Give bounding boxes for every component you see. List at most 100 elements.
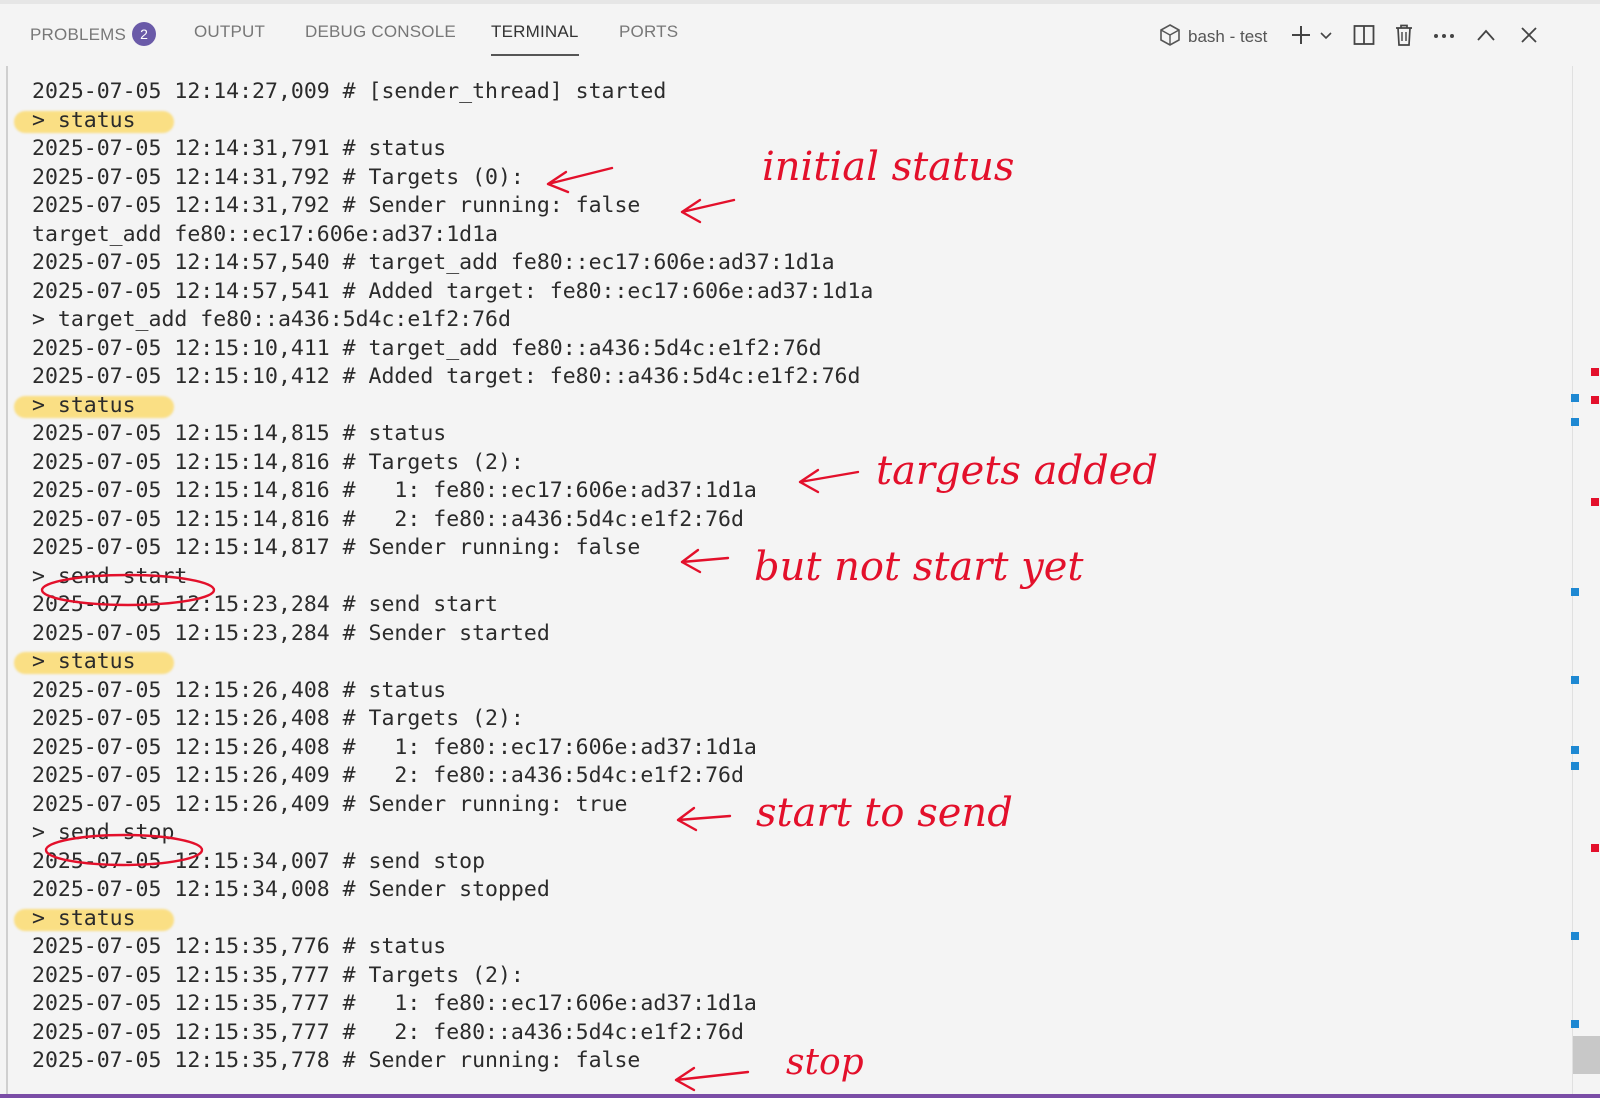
tab-ports[interactable]: PORTS bbox=[619, 22, 678, 56]
terminal-line: target_add fe80::ec17:606e:ad37:1d1a bbox=[32, 221, 873, 250]
terminal-line: 2025-07-05 12:15:14,817 # Sender running… bbox=[32, 534, 873, 563]
terminal-line-text: 2025-07-05 12:15:26,408 # 1: fe80::ec17:… bbox=[32, 734, 757, 760]
terminal-line: 2025-07-05 12:15:35,777 # 2: fe80::a436:… bbox=[32, 1019, 873, 1048]
terminal-line-text: 2025-07-05 12:15:14,816 # 1: fe80::ec17:… bbox=[32, 478, 757, 503]
kill-terminal-button[interactable] bbox=[1390, 20, 1418, 54]
terminal-line-text: 2025-07-05 12:15:23,284 # Sender started bbox=[32, 620, 550, 646]
overview-error-marker bbox=[1591, 498, 1599, 506]
overview-info-marker bbox=[1571, 746, 1579, 754]
tab-terminal-label: TERMINAL bbox=[491, 22, 579, 41]
tab-problems[interactable]: PROBLEMS 2 bbox=[30, 22, 157, 56]
terminal-line-text: 2025-07-05 12:14:31,791 # status bbox=[32, 136, 447, 161]
split-terminal-button[interactable] bbox=[1350, 20, 1378, 54]
terminal-line: 2025-07-05 12:15:26,409 # Sender running… bbox=[32, 791, 873, 820]
terminal-line: 2025-07-05 12:15:14,816 # 1: fe80::ec17:… bbox=[32, 477, 873, 506]
terminal-line-text: 2025-07-05 12:15:35,776 # status bbox=[32, 934, 447, 959]
terminal-line: 2025-07-05 12:14:31,792 # Sender running… bbox=[32, 192, 873, 221]
overview-info-marker bbox=[1571, 676, 1579, 684]
terminal-line: 2025-07-05 12:15:14,816 # 2: fe80::a436:… bbox=[32, 506, 873, 535]
shell-label: bash - test bbox=[1188, 27, 1268, 46]
overview-info-marker bbox=[1571, 394, 1579, 402]
terminal-line: 2025-07-05 12:15:35,776 # status bbox=[32, 933, 873, 962]
terminal-line-text: 2025-07-05 12:15:26,409 # 2: fe80::a436:… bbox=[32, 763, 744, 788]
terminal-output[interactable]: 2025-07-05 12:14:27,009 # [sender_thread… bbox=[6, 66, 1574, 1096]
terminal-line: 2025-07-05 12:14:57,540 # target_add fe8… bbox=[32, 249, 873, 278]
terminal-line-text: 2025-07-05 12:15:26,408 # Targets (2): bbox=[32, 706, 524, 731]
terminal-line: 2025-07-05 12:15:35,778 # Sender running… bbox=[32, 1047, 873, 1076]
terminal-line-text: > target_add fe80::a436:5d4c:e1f2:76d bbox=[32, 307, 511, 332]
maximize-icon bbox=[1476, 28, 1496, 47]
terminal-line-text: 2025-07-05 12:15:14,816 # 2: fe80::a436:… bbox=[32, 506, 744, 532]
status-bar-edge bbox=[0, 1094, 1600, 1098]
terminal-line-text: 2025-07-05 12:14:27,009 # [sender_thread… bbox=[32, 79, 667, 104]
overview-info-marker bbox=[1571, 418, 1579, 426]
terminal-line: > status bbox=[14, 392, 873, 421]
terminal-line: > send stop bbox=[32, 819, 873, 848]
terminal-line: 2025-07-05 12:15:10,412 # Added target: … bbox=[32, 363, 873, 392]
tab-debug-console[interactable]: DEBUG CONSOLE bbox=[305, 22, 456, 56]
terminal-line: 2025-07-05 12:15:14,815 # status bbox=[32, 420, 873, 449]
terminal-line: 2025-07-05 12:15:34,008 # Sender stopped bbox=[32, 876, 873, 905]
terminal-line: > status bbox=[14, 107, 873, 136]
problems-count-badge: 2 bbox=[132, 22, 157, 46]
terminal-line-text: > status bbox=[32, 392, 136, 418]
chevron-down-icon bbox=[1319, 28, 1333, 47]
tab-problems-label: PROBLEMS bbox=[30, 25, 127, 44]
add-terminal-button[interactable] bbox=[1288, 20, 1314, 54]
tab-terminal[interactable]: TERMINAL bbox=[491, 22, 579, 56]
trash-icon bbox=[1393, 23, 1415, 52]
tab-debug-console-label: DEBUG CONSOLE bbox=[305, 22, 456, 41]
terminal-line-text: > status bbox=[32, 649, 136, 674]
terminal-dropdown-button[interactable] bbox=[1316, 20, 1336, 54]
terminal-line-text: 2025-07-05 12:15:34,007 # send stop bbox=[32, 848, 486, 874]
overview-info-marker bbox=[1571, 762, 1579, 770]
terminal-profile-button[interactable]: bash - test bbox=[1158, 20, 1288, 54]
terminal-line-text: > status bbox=[32, 905, 136, 931]
more-icon bbox=[1432, 28, 1456, 46]
terminal-line-text: 2025-07-05 12:15:35,777 # 2: fe80::a436:… bbox=[32, 1019, 744, 1045]
terminal-line-text: 2025-07-05 12:15:14,817 # Sender running… bbox=[32, 535, 641, 560]
tab-output[interactable]: OUTPUT bbox=[194, 22, 265, 56]
terminal-line-text: target_add fe80::ec17:606e:ad37:1d1a bbox=[32, 221, 498, 247]
terminal-line-text: 2025-07-05 12:15:26,409 # Sender running… bbox=[32, 791, 628, 817]
close-panel-button[interactable] bbox=[1515, 20, 1543, 54]
overview-info-marker bbox=[1571, 588, 1579, 596]
maximize-panel-button[interactable] bbox=[1472, 20, 1500, 54]
overview-info-marker bbox=[1571, 932, 1579, 940]
scrollbar-thumb[interactable] bbox=[1573, 1036, 1600, 1074]
terminal-line-text: 2025-07-05 12:15:10,412 # Added target: … bbox=[32, 364, 861, 389]
overview-info-marker bbox=[1571, 1020, 1579, 1028]
terminal-line-text: 2025-07-05 12:15:14,816 # Targets (2): bbox=[32, 449, 524, 475]
terminal-line-text: 2025-07-05 12:15:35,777 # Targets (2): bbox=[32, 962, 524, 988]
terminal-scrollbar[interactable] bbox=[1571, 66, 1600, 1098]
terminal-line: 2025-07-05 12:15:23,284 # send start bbox=[32, 591, 873, 620]
terminal-line: 2025-07-05 12:14:27,009 # [sender_thread… bbox=[32, 78, 873, 107]
terminal-line: 2025-07-05 12:14:57,541 # Added target: … bbox=[32, 278, 873, 307]
terminal-line: 2025-07-05 12:15:34,007 # send stop bbox=[32, 848, 873, 877]
terminal-line-text: 2025-07-05 12:15:35,777 # 1: fe80::ec17:… bbox=[32, 991, 757, 1016]
terminal-line-text: 2025-07-05 12:15:14,815 # status bbox=[32, 421, 447, 446]
terminal-line-text: 2025-07-05 12:14:57,541 # Added target: … bbox=[32, 278, 874, 304]
terminal-line: 2025-07-05 12:15:26,408 # 1: fe80::ec17:… bbox=[32, 734, 873, 763]
tab-output-label: OUTPUT bbox=[194, 22, 266, 41]
terminal-line-text: 2025-07-05 12:14:31,792 # Sender running… bbox=[32, 193, 641, 218]
terminal-line: 2025-07-05 12:15:26,409 # 2: fe80::a436:… bbox=[32, 762, 873, 791]
overview-error-marker bbox=[1591, 396, 1599, 404]
terminal-profile-icon bbox=[1158, 23, 1182, 52]
terminal-line: > status bbox=[14, 648, 873, 677]
terminal-line-text: 2025-07-05 12:15:35,778 # Sender running… bbox=[32, 1048, 641, 1073]
terminal-line: 2025-07-05 12:15:35,777 # Targets (2): bbox=[32, 962, 873, 991]
terminal-line-text: 2025-07-05 12:15:23,284 # send start bbox=[32, 592, 498, 617]
terminal-line: 2025-07-05 12:15:14,816 # Targets (2): bbox=[32, 449, 873, 478]
terminal-line-text: 2025-07-05 12:14:31,792 # Targets (0): bbox=[32, 164, 524, 190]
panel-header: PROBLEMS 2 OUTPUT DEBUG CONSOLE TERMINAL … bbox=[0, 4, 1600, 66]
split-icon bbox=[1352, 23, 1376, 52]
terminal-line: 2025-07-05 12:15:26,408 # status bbox=[32, 677, 873, 706]
terminal-line-text: 2025-07-05 12:15:34,008 # Sender stopped bbox=[32, 877, 550, 902]
overview-error-marker bbox=[1591, 368, 1599, 376]
terminal-line-text: 2025-07-05 12:15:10,411 # target_add fe8… bbox=[32, 335, 822, 361]
terminal-line: 2025-07-05 12:14:31,792 # Targets (0): bbox=[32, 164, 873, 193]
close-icon bbox=[1520, 26, 1538, 49]
more-actions-button[interactable] bbox=[1430, 20, 1458, 54]
overview-error-marker bbox=[1591, 844, 1599, 852]
